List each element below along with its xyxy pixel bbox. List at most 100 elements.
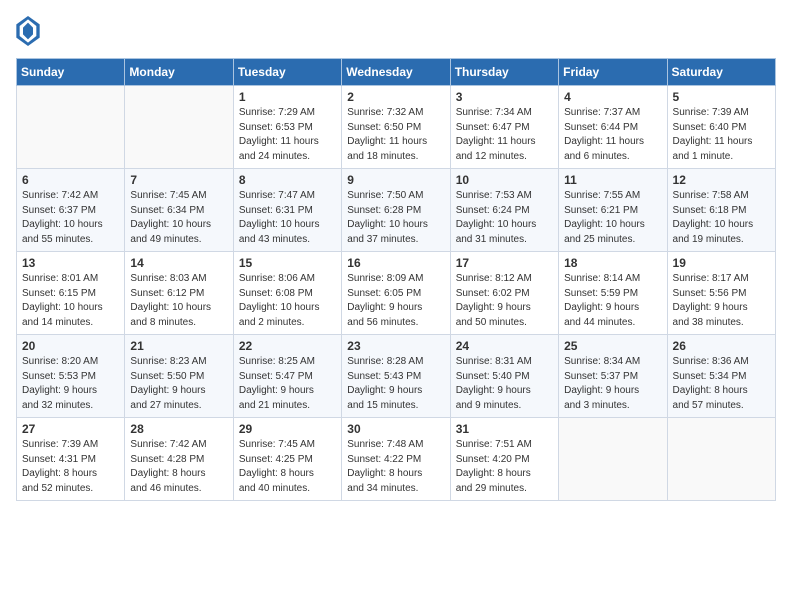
calendar-cell: 6 Sunrise: 7:42 AM Sunset: 6:37 PM Daylig… <box>17 169 125 252</box>
calendar-cell: 14 Sunrise: 8:03 AM Sunset: 6:12 PM Dayli… <box>125 252 233 335</box>
calendar-cell: 22 Sunrise: 8:25 AM Sunset: 5:47 PM Dayli… <box>233 335 341 418</box>
calendar-cell: 20 Sunrise: 8:20 AM Sunset: 5:53 PM Dayli… <box>17 335 125 418</box>
day-info: Sunrise: 8:12 AM Sunset: 6:02 PM Dayligh… <box>456 272 553 330</box>
day-number: 24 <box>456 339 553 353</box>
calendar-header-row: SundayMondayTuesdayWednesdayThursdayFrid… <box>17 59 776 86</box>
day-info: Sunrise: 7:34 AM Sunset: 6:47 PM Dayligh… <box>456 106 553 164</box>
day-info: Sunrise: 7:32 AM Sunset: 6:50 PM Dayligh… <box>347 106 444 164</box>
day-number: 21 <box>130 339 227 353</box>
day-info: Sunrise: 7:55 AM Sunset: 6:21 PM Dayligh… <box>564 189 661 247</box>
day-number: 13 <box>22 256 119 270</box>
day-info: Sunrise: 8:23 AM Sunset: 5:50 PM Dayligh… <box>130 355 227 413</box>
day-info: Sunrise: 7:39 AM Sunset: 4:31 PM Dayligh… <box>22 438 119 496</box>
day-number: 23 <box>347 339 444 353</box>
day-number: 27 <box>22 422 119 436</box>
day-number: 22 <box>239 339 336 353</box>
day-number: 15 <box>239 256 336 270</box>
day-info: Sunrise: 8:20 AM Sunset: 5:53 PM Dayligh… <box>22 355 119 413</box>
weekday-header: Sunday <box>17 59 125 86</box>
calendar-cell: 10 Sunrise: 7:53 AM Sunset: 6:24 PM Dayli… <box>450 169 558 252</box>
calendar-week-row: 13Sunrise: 8:01 AM Sunset: 6:15 PM Dayli… <box>17 252 776 335</box>
day-number: 8 <box>239 173 336 187</box>
day-info: Sunrise: 7:37 AM Sunset: 6:44 PM Dayligh… <box>564 106 661 164</box>
calendar-cell: 30Sunrise: 7:48 AM Sunset: 4:22 PM Dayli… <box>342 418 450 501</box>
calendar-week-row: 1 Sunrise: 7:29 AM Sunset: 6:53 PM Daylig… <box>17 86 776 169</box>
day-number: 11 <box>564 173 661 187</box>
calendar-cell: 29 Sunrise: 7:45 AM Sunset: 4:25 PM Dayli… <box>233 418 341 501</box>
day-info: Sunrise: 8:03 AM Sunset: 6:12 PM Dayligh… <box>130 272 227 330</box>
day-number: 19 <box>673 256 770 270</box>
day-number: 25 <box>564 339 661 353</box>
logo-icon <box>16 16 40 46</box>
logo <box>16 16 44 46</box>
day-number: 9 <box>347 173 444 187</box>
day-info: Sunrise: 7:42 AM Sunset: 6:37 PM Dayligh… <box>22 189 119 247</box>
day-number: 28 <box>130 422 227 436</box>
day-info: Sunrise: 7:58 AM Sunset: 6:18 PM Dayligh… <box>673 189 770 247</box>
day-info: Sunrise: 8:17 AM Sunset: 5:56 PM Dayligh… <box>673 272 770 330</box>
day-number: 12 <box>673 173 770 187</box>
calendar-cell: 9 Sunrise: 7:50 AM Sunset: 6:28 PM Daylig… <box>342 169 450 252</box>
calendar-cell: 16Sunrise: 8:09 AM Sunset: 6:05 PM Dayli… <box>342 252 450 335</box>
calendar-cell: 7 Sunrise: 7:45 AM Sunset: 6:34 PM Daylig… <box>125 169 233 252</box>
calendar-cell <box>559 418 667 501</box>
weekday-header: Friday <box>559 59 667 86</box>
day-info: Sunrise: 8:34 AM Sunset: 5:37 PM Dayligh… <box>564 355 661 413</box>
day-number: 7 <box>130 173 227 187</box>
calendar-cell: 21 Sunrise: 8:23 AM Sunset: 5:50 PM Dayli… <box>125 335 233 418</box>
calendar-cell: 5 Sunrise: 7:39 AM Sunset: 6:40 PM Daylig… <box>667 86 775 169</box>
day-number: 18 <box>564 256 661 270</box>
day-info: Sunrise: 7:45 AM Sunset: 6:34 PM Dayligh… <box>130 189 227 247</box>
day-info: Sunrise: 7:48 AM Sunset: 4:22 PM Dayligh… <box>347 438 444 496</box>
day-info: Sunrise: 7:50 AM Sunset: 6:28 PM Dayligh… <box>347 189 444 247</box>
day-number: 17 <box>456 256 553 270</box>
calendar-cell: 2Sunrise: 7:32 AM Sunset: 6:50 PM Daylig… <box>342 86 450 169</box>
calendar-cell: 13Sunrise: 8:01 AM Sunset: 6:15 PM Dayli… <box>17 252 125 335</box>
calendar-cell: 15 Sunrise: 8:06 AM Sunset: 6:08 PM Dayli… <box>233 252 341 335</box>
day-info: Sunrise: 8:09 AM Sunset: 6:05 PM Dayligh… <box>347 272 444 330</box>
day-number: 31 <box>456 422 553 436</box>
day-number: 20 <box>22 339 119 353</box>
calendar-cell: 31 Sunrise: 7:51 AM Sunset: 4:20 PM Dayli… <box>450 418 558 501</box>
weekday-header: Saturday <box>667 59 775 86</box>
calendar-cell: 1 Sunrise: 7:29 AM Sunset: 6:53 PM Daylig… <box>233 86 341 169</box>
day-number: 10 <box>456 173 553 187</box>
calendar-cell: 4Sunrise: 7:37 AM Sunset: 6:44 PM Daylig… <box>559 86 667 169</box>
day-info: Sunrise: 7:29 AM Sunset: 6:53 PM Dayligh… <box>239 106 336 164</box>
day-info: Sunrise: 7:47 AM Sunset: 6:31 PM Dayligh… <box>239 189 336 247</box>
calendar-cell <box>125 86 233 169</box>
day-number: 14 <box>130 256 227 270</box>
day-number: 1 <box>239 90 336 104</box>
calendar-week-row: 20 Sunrise: 8:20 AM Sunset: 5:53 PM Dayli… <box>17 335 776 418</box>
calendar-table: SundayMondayTuesdayWednesdayThursdayFrid… <box>16 58 776 501</box>
day-number: 3 <box>456 90 553 104</box>
day-info: Sunrise: 7:53 AM Sunset: 6:24 PM Dayligh… <box>456 189 553 247</box>
calendar-cell: 19 Sunrise: 8:17 AM Sunset: 5:56 PM Dayli… <box>667 252 775 335</box>
calendar-cell: 8 Sunrise: 7:47 AM Sunset: 6:31 PM Daylig… <box>233 169 341 252</box>
day-info: Sunrise: 7:45 AM Sunset: 4:25 PM Dayligh… <box>239 438 336 496</box>
day-info: Sunrise: 8:06 AM Sunset: 6:08 PM Dayligh… <box>239 272 336 330</box>
day-info: Sunrise: 7:51 AM Sunset: 4:20 PM Dayligh… <box>456 438 553 496</box>
calendar-cell: 17 Sunrise: 8:12 AM Sunset: 6:02 PM Dayli… <box>450 252 558 335</box>
calendar-cell: 18 Sunrise: 8:14 AM Sunset: 5:59 PM Dayli… <box>559 252 667 335</box>
weekday-header: Wednesday <box>342 59 450 86</box>
day-number: 6 <box>22 173 119 187</box>
calendar-cell <box>667 418 775 501</box>
day-info: Sunrise: 8:31 AM Sunset: 5:40 PM Dayligh… <box>456 355 553 413</box>
weekday-header: Thursday <box>450 59 558 86</box>
calendar-cell: 3 Sunrise: 7:34 AM Sunset: 6:47 PM Daylig… <box>450 86 558 169</box>
calendar-cell: 25 Sunrise: 8:34 AM Sunset: 5:37 PM Dayli… <box>559 335 667 418</box>
day-info: Sunrise: 8:14 AM Sunset: 5:59 PM Dayligh… <box>564 272 661 330</box>
day-number: 5 <box>673 90 770 104</box>
day-info: Sunrise: 7:39 AM Sunset: 6:40 PM Dayligh… <box>673 106 770 164</box>
calendar-week-row: 27 Sunrise: 7:39 AM Sunset: 4:31 PM Dayli… <box>17 418 776 501</box>
calendar-cell <box>17 86 125 169</box>
calendar-cell: 12 Sunrise: 7:58 AM Sunset: 6:18 PM Dayli… <box>667 169 775 252</box>
day-info: Sunrise: 7:42 AM Sunset: 4:28 PM Dayligh… <box>130 438 227 496</box>
day-info: Sunrise: 8:36 AM Sunset: 5:34 PM Dayligh… <box>673 355 770 413</box>
calendar-cell: 11 Sunrise: 7:55 AM Sunset: 6:21 PM Dayli… <box>559 169 667 252</box>
calendar-week-row: 6 Sunrise: 7:42 AM Sunset: 6:37 PM Daylig… <box>17 169 776 252</box>
day-info: Sunrise: 8:25 AM Sunset: 5:47 PM Dayligh… <box>239 355 336 413</box>
day-number: 29 <box>239 422 336 436</box>
day-number: 26 <box>673 339 770 353</box>
